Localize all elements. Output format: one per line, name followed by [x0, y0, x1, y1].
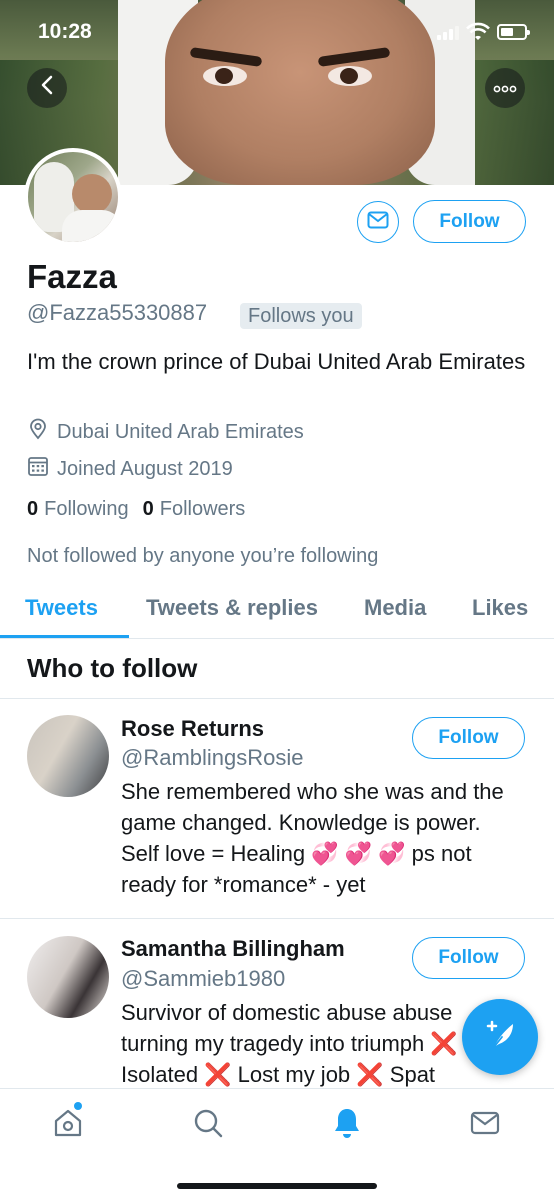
messages-icon	[470, 1110, 500, 1141]
suggestion-bio: Survivor of domestic abuse abuse turning…	[121, 1000, 458, 1087]
suggestion-avatar[interactable]	[27, 715, 109, 797]
compose-tweet-icon	[482, 1017, 518, 1058]
followers-label: Followers	[159, 498, 246, 520]
suggestion-item[interactable]: Samantha Billingham @Sammieb1980 Survivo…	[0, 919, 554, 1088]
nav-search[interactable]	[188, 1105, 228, 1145]
chevron-left-icon	[40, 75, 54, 101]
back-button[interactable]	[27, 68, 67, 108]
profile-location: Dubai United Arab Emirates	[27, 418, 304, 446]
profile-avatar[interactable]	[24, 148, 122, 246]
home-icon	[51, 1106, 85, 1145]
suggestion-avatar[interactable]	[27, 936, 109, 1018]
status-time: 10:28	[38, 20, 92, 43]
nav-notifications[interactable]	[327, 1105, 367, 1145]
suggestion-handle: @Sammieb1980	[121, 966, 286, 991]
home-indicator	[177, 1183, 377, 1189]
tab-likes[interactable]: Likes	[472, 595, 528, 621]
more-button[interactable]	[485, 68, 525, 108]
joined-text: Joined August 2019	[57, 457, 233, 480]
mail-icon	[367, 211, 389, 234]
status-bar: 10:28	[0, 0, 554, 64]
profile-joined: Joined August 2019	[27, 455, 233, 483]
followers-stat[interactable]: 0 Followers	[143, 498, 246, 521]
battery-icon	[497, 24, 530, 40]
wifi-icon	[466, 22, 490, 42]
suggestion-name: Samantha Billingham	[121, 936, 345, 961]
suggestion-bio: She remembered who she was and the game …	[121, 779, 504, 897]
followers-count: 0	[142, 498, 154, 520]
profile-stats: 0 Following 0 Followers	[27, 498, 259, 521]
who-to-follow-title: Who to follow	[27, 653, 198, 683]
following-label: Following	[44, 498, 129, 520]
calendar-icon	[27, 455, 57, 483]
tab-media[interactable]: Media	[364, 595, 426, 621]
nav-messages[interactable]	[465, 1105, 505, 1145]
profile-handle: @Fazza55330887	[27, 300, 208, 325]
message-button[interactable]	[357, 201, 399, 243]
nav-home[interactable]	[48, 1105, 88, 1145]
location-pin-icon	[27, 418, 57, 446]
divider	[0, 698, 554, 699]
notifications-icon	[331, 1106, 363, 1145]
more-icon	[493, 80, 517, 96]
suggestion-handle: @RamblingsRosie	[121, 745, 304, 770]
compose-tweet-button[interactable]	[462, 999, 538, 1075]
profile-tabs: Tweets Tweets & replies Media Likes	[0, 580, 554, 639]
location-text: Dubai United Arab Emirates	[57, 420, 304, 443]
suggestion-name: Rose Returns	[121, 716, 265, 741]
tab-tweets[interactable]: Tweets	[25, 595, 98, 621]
following-stat[interactable]: 0 Following	[27, 498, 129, 521]
follow-button[interactable]: Follow	[413, 200, 526, 243]
suggestion-follow-button[interactable]: Follow	[412, 937, 525, 979]
active-tab-indicator	[0, 635, 129, 638]
suggestion-follow-button[interactable]: Follow	[412, 717, 525, 759]
cellular-signal-icon	[437, 26, 459, 40]
profile-name: Fazza	[27, 258, 117, 295]
follows-you-badge: Follows you	[240, 303, 362, 329]
tab-tweets-replies[interactable]: Tweets & replies	[146, 595, 318, 621]
following-count: 0	[27, 498, 39, 520]
new-content-dot	[74, 1102, 82, 1110]
search-icon	[192, 1107, 224, 1144]
profile-bio: I'm the crown prince of Dubai United Ara…	[27, 349, 526, 374]
not-followed-note: Not followed by anyone you’re following	[27, 545, 379, 567]
